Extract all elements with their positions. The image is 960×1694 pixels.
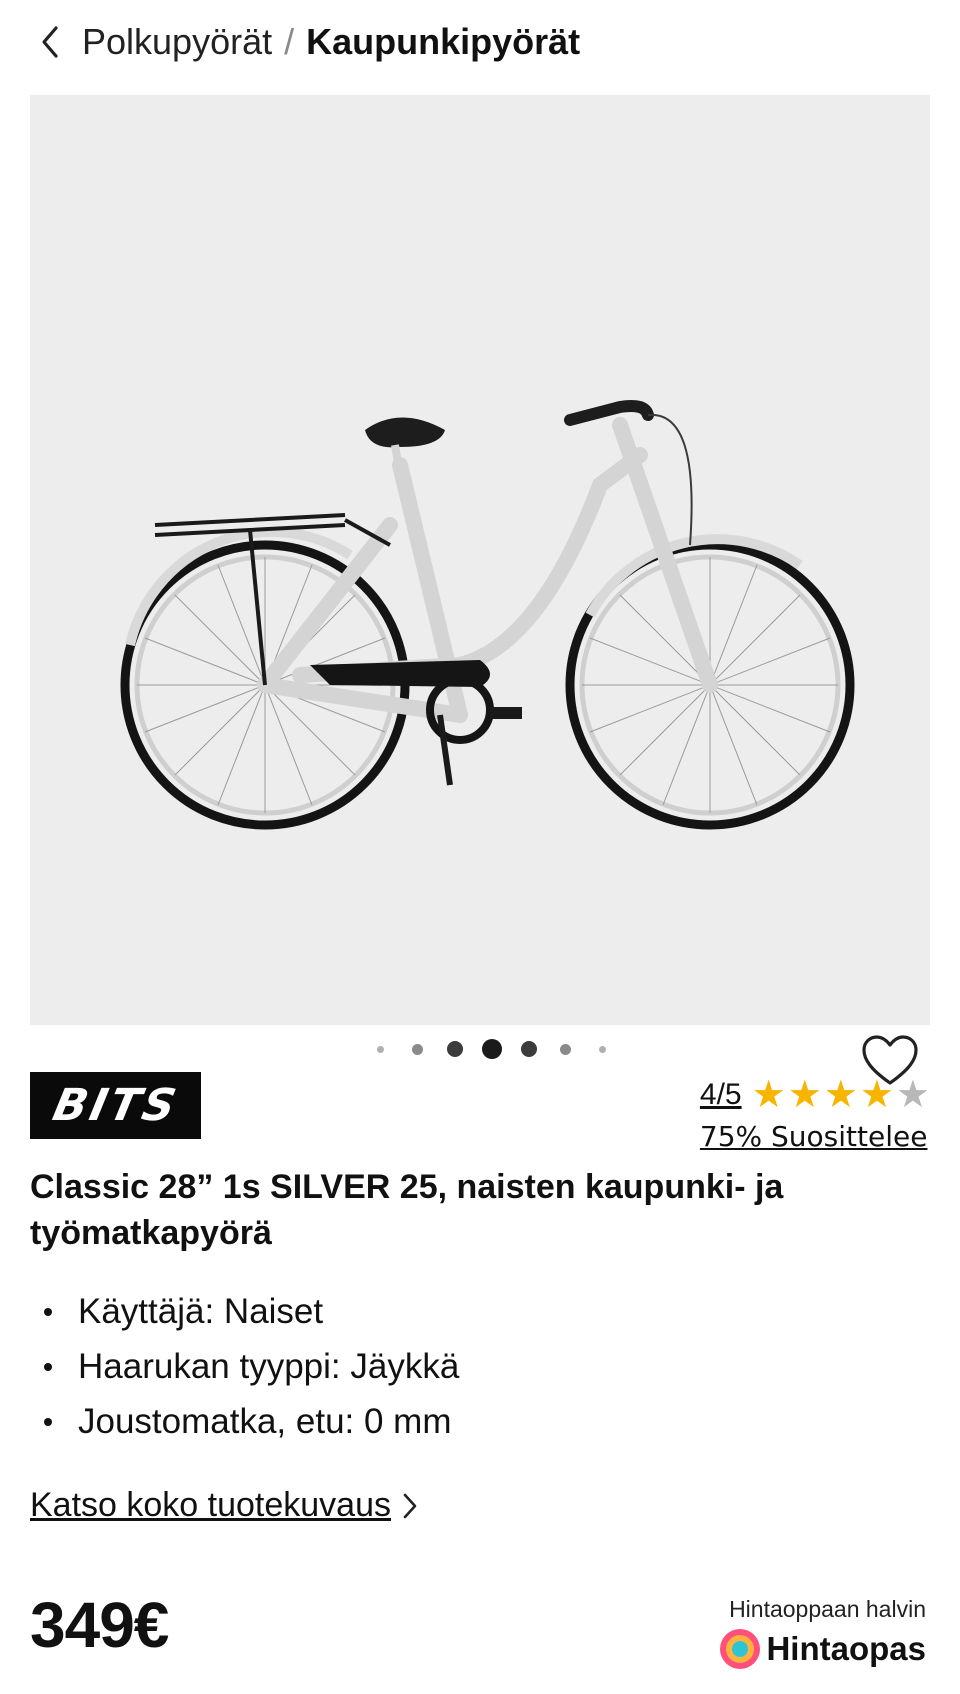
- brand-logo-text: BITS: [48, 1080, 183, 1131]
- hintaopas-logo-text: Hintaopas: [766, 1630, 926, 1667]
- carousel-dot[interactable]: [446, 1041, 463, 1057]
- bullet-icon: [44, 1362, 52, 1371]
- brand-logo[interactable]: BITS: [30, 1072, 201, 1139]
- breadcrumb-separator: /: [284, 21, 295, 62]
- carousel-dot[interactable]: [599, 1045, 606, 1053]
- carousel-dot[interactable]: [377, 1045, 384, 1053]
- spec-item-text: Haarukan tyyppi: Jäykkä: [78, 1346, 460, 1386]
- breadcrumb: Polkupyörät / Kaupunkipyörät: [40, 14, 580, 70]
- rating-summary[interactable]: 4/5 ★ ★ ★ ★ ★ 75% Suosittelee: [700, 1076, 930, 1153]
- full-description-label[interactable]: Katso koko tuotekuvaus: [30, 1486, 391, 1525]
- spec-item: Käyttäjä: Naiset: [44, 1284, 459, 1339]
- carousel-pagination[interactable]: [362, 1039, 621, 1059]
- star-rating: ★ ★ ★ ★ ★: [752, 1076, 930, 1114]
- star-filled-icon: ★: [787, 1074, 822, 1116]
- spec-item: Haarukan tyyppi: Jäykkä: [44, 1339, 459, 1394]
- product-price: 349€: [30, 1589, 169, 1661]
- bullet-icon: [44, 1417, 52, 1426]
- full-description-link[interactable]: Katso koko tuotekuvaus: [30, 1486, 421, 1525]
- spec-item: Joustomatka, etu: 0 mm: [44, 1394, 459, 1449]
- spec-item-text: Käyttäjä: Naiset: [78, 1291, 324, 1331]
- breadcrumb-current: Kaupunkipyörät: [306, 21, 581, 62]
- bullet-icon: [44, 1307, 52, 1316]
- hintaopas-logo-icon: [720, 1629, 761, 1669]
- carousel-dot-active[interactable]: [481, 1039, 502, 1059]
- product-title: Classic 28” 1s SILVER 25, naisten kaupun…: [30, 1168, 784, 1252]
- star-empty-icon: ★: [895, 1074, 930, 1116]
- bicycle-product-image: [120, 400, 855, 830]
- hintaopas-caption: Hintaoppaan halvin: [729, 1596, 926, 1622]
- star-filled-icon: ★: [823, 1074, 858, 1116]
- rating-score[interactable]: 4/5: [700, 1078, 742, 1112]
- breadcrumb-parent-link[interactable]: Polkupyörät: [82, 21, 272, 63]
- carousel-dot[interactable]: [520, 1041, 537, 1057]
- carousel-dot[interactable]: [560, 1043, 571, 1055]
- star-filled-icon: ★: [859, 1074, 894, 1116]
- star-filled-icon: ★: [751, 1074, 786, 1116]
- chevron-right-icon: [403, 1491, 421, 1521]
- product-spec-list: Käyttäjä: Naiset Haarukan tyyppi: Jäykkä…: [44, 1284, 459, 1449]
- carousel-dot[interactable]: [412, 1043, 423, 1055]
- recommend-percentage-link[interactable]: 75% Suosittelee: [700, 1120, 930, 1153]
- hintaopas-badge[interactable]: Hintaoppaan halvin Hintaopas: [718, 1596, 926, 1671]
- back-chevron-icon[interactable]: [40, 22, 68, 62]
- product-image-gallery[interactable]: [30, 95, 930, 1085]
- spec-item-text: Joustomatka, etu: 0 mm: [78, 1401, 452, 1441]
